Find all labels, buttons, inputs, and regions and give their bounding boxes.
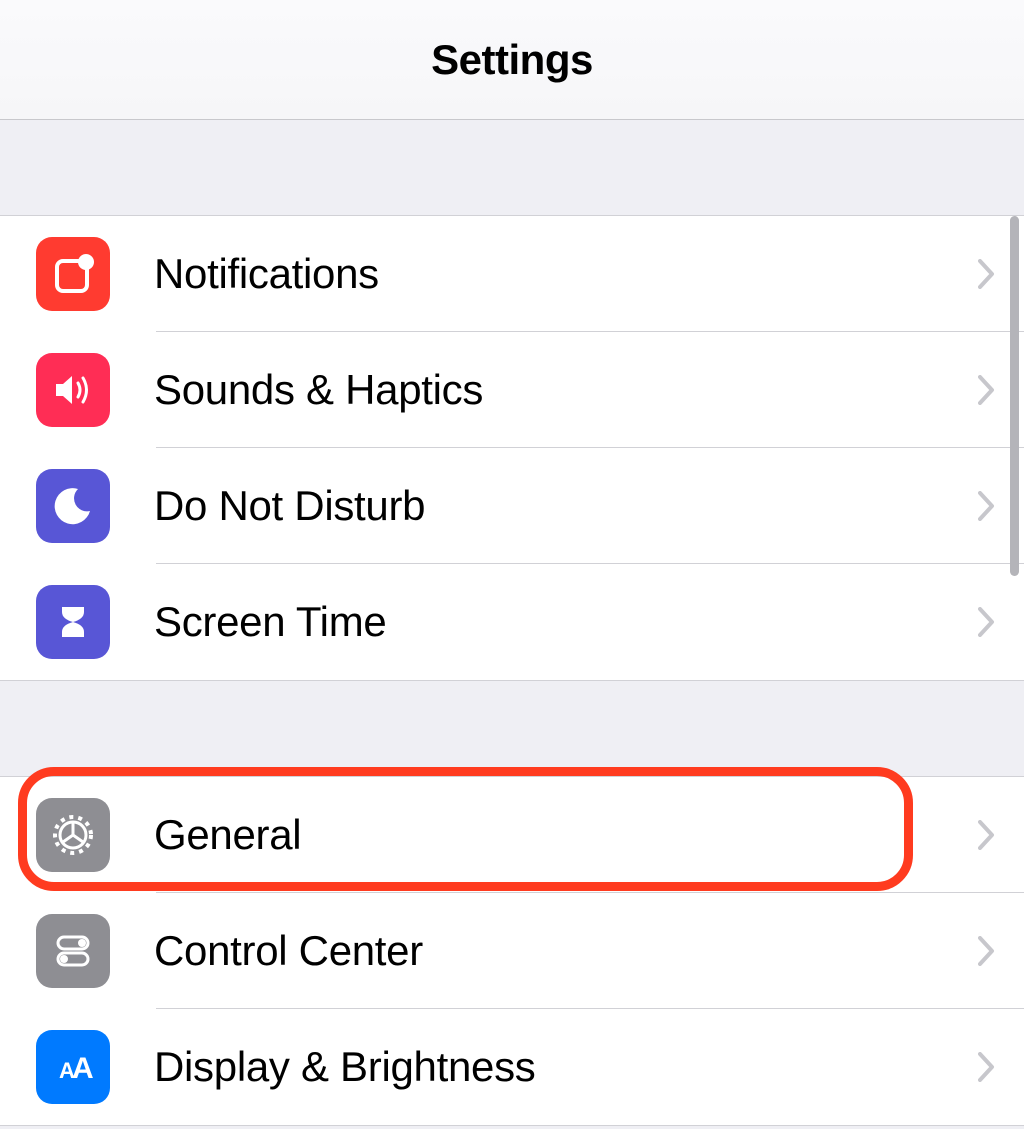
svg-text:A: A	[72, 1052, 94, 1085]
chevron-right-icon	[978, 259, 996, 289]
header-bar: Settings	[0, 0, 1024, 120]
page-title: Settings	[431, 36, 593, 84]
chevron-right-icon	[978, 607, 996, 637]
section-spacer	[0, 681, 1024, 776]
text-size-icon: A A	[36, 1030, 110, 1104]
row-control-center[interactable]: Control Center	[0, 893, 1024, 1009]
settings-group-2: General Control Center A A Display	[0, 776, 1024, 1126]
row-label: Notifications	[154, 250, 978, 298]
row-label: Do Not Disturb	[154, 482, 978, 530]
toggles-icon	[36, 914, 110, 988]
chevron-right-icon	[978, 1052, 996, 1082]
chevron-right-icon	[978, 375, 996, 405]
row-label: Display & Brightness	[154, 1043, 978, 1091]
gear-icon	[36, 798, 110, 872]
notifications-icon	[36, 237, 110, 311]
row-label: Sounds & Haptics	[154, 366, 978, 414]
speaker-icon	[36, 353, 110, 427]
row-display-brightness[interactable]: A A Display & Brightness	[0, 1009, 1024, 1125]
row-label: General	[154, 811, 978, 859]
row-screen-time[interactable]: Screen Time	[0, 564, 1024, 680]
moon-icon	[36, 469, 110, 543]
row-general[interactable]: General	[0, 777, 1024, 893]
row-notifications[interactable]: Notifications	[0, 216, 1024, 332]
row-do-not-disturb[interactable]: Do Not Disturb	[0, 448, 1024, 564]
row-label: Control Center	[154, 927, 978, 975]
scrollbar[interactable]	[1010, 216, 1019, 576]
section-spacer	[0, 120, 1024, 215]
chevron-right-icon	[978, 820, 996, 850]
chevron-right-icon	[978, 936, 996, 966]
row-sounds-haptics[interactable]: Sounds & Haptics	[0, 332, 1024, 448]
settings-group-1: Notifications Sounds & Haptics Do Not Di…	[0, 215, 1024, 681]
hourglass-icon	[36, 585, 110, 659]
chevron-right-icon	[978, 491, 996, 521]
row-label: Screen Time	[154, 598, 978, 646]
